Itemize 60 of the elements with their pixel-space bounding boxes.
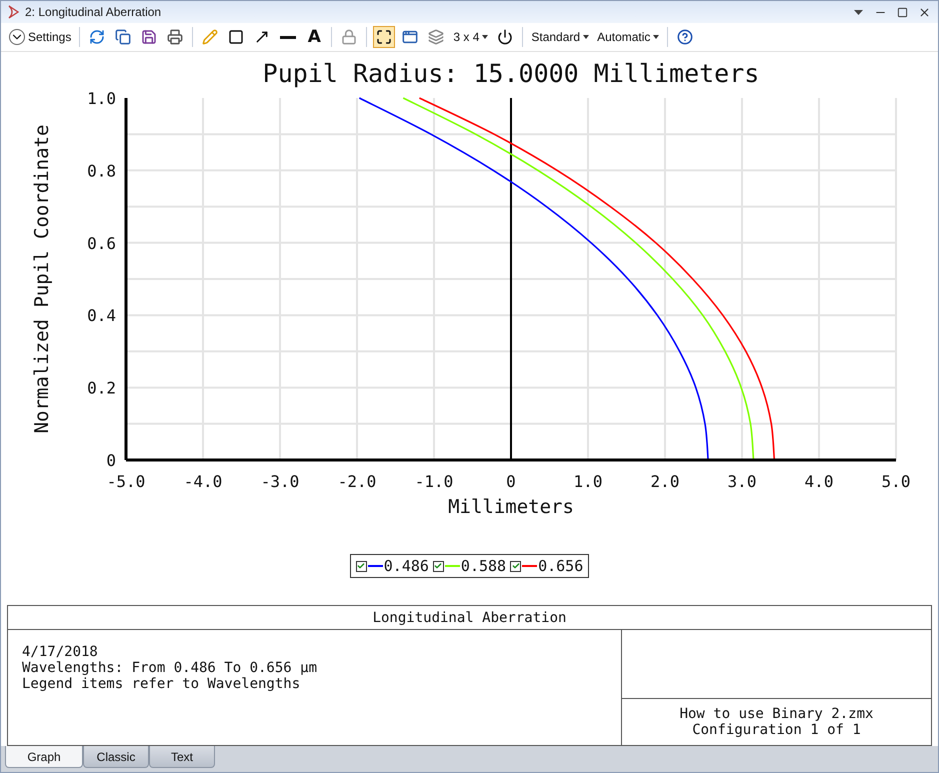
file-info-line: How to use Binary 2.zmx <box>680 706 874 722</box>
fit-button[interactable] <box>373 26 396 48</box>
x-tick-label: 2.0 <box>650 472 680 491</box>
window-title: 2: Longitudinal Aberration <box>25 5 162 19</box>
x-tick-label: 3.0 <box>728 472 756 491</box>
x-axis-label: Millimeters <box>448 496 574 518</box>
info-line: Wavelengths: From 0.486 To 0.656 µm <box>22 660 318 676</box>
tab[interactable]: Classic <box>83 746 149 768</box>
printer-icon <box>167 29 184 45</box>
x-tick-label: 1.0 <box>574 472 602 491</box>
x-tick-label: 0 <box>506 472 516 491</box>
info-line: 4/17/2018 <box>22 644 99 660</box>
chevron-icon <box>9 29 25 45</box>
tab[interactable]: Graph <box>5 746 83 768</box>
dropdown-button[interactable]: Automatic <box>595 26 662 48</box>
y-axis-label: Normalized Pupil Coordinate <box>31 124 53 434</box>
pencil-icon <box>202 29 218 45</box>
app-logo-icon <box>7 5 19 19</box>
tab[interactable]: Text <box>149 746 215 768</box>
settings-button[interactable]: Settings <box>7 26 74 48</box>
y-tick-label: 0.8 <box>87 161 116 180</box>
help-icon <box>677 29 694 45</box>
refresh-icon <box>89 29 106 45</box>
legend-checkbox[interactable] <box>432 560 444 572</box>
y-tick-label: 0.2 <box>87 378 116 398</box>
caret-icon <box>482 35 488 39</box>
x-tick-label: -3.0 <box>260 472 300 491</box>
x-tick-label: -4.0 <box>184 472 222 491</box>
caret-icon <box>583 35 590 39</box>
rectangle-icon <box>228 29 244 45</box>
x-tick-label: 5.0 <box>882 472 910 491</box>
fit-icon <box>376 29 392 45</box>
legend-label: 0.486 <box>384 557 429 575</box>
y-tick-label: 0.6 <box>87 234 116 253</box>
file-info-line: Configuration 1 of 1 <box>692 722 861 738</box>
info-line: Legend items refer to Wavelengths <box>22 676 302 692</box>
arrow-icon <box>254 29 270 45</box>
dropdown-button[interactable]: Standard <box>529 26 592 48</box>
text-tool-button[interactable]: A <box>303 26 326 48</box>
y-tick-label: 0 <box>106 451 116 470</box>
layers-icon <box>428 29 444 45</box>
legend-label: 0.588 <box>460 557 506 575</box>
x-tick-label: -2.0 <box>338 472 376 491</box>
x-tick-label: -1.0 <box>414 472 454 491</box>
x-tick-label: 4.0 <box>804 472 834 491</box>
legend-checkbox[interactable] <box>356 560 367 572</box>
legend-label: 0.656 <box>538 557 584 575</box>
legend-checkbox[interactable] <box>510 560 522 572</box>
chart-title: Pupil Radius: 15.0000 Millimeters <box>262 59 760 88</box>
caret-icon <box>653 35 660 39</box>
y-tick-label: 0.4 <box>87 306 116 326</box>
panel-title: Longitudinal Aberration <box>372 610 566 626</box>
y-tick-label: 1.0 <box>87 89 116 108</box>
lock-icon <box>341 29 358 45</box>
window-icon <box>402 29 418 45</box>
dropdown-button[interactable]: 3 x 4 <box>451 26 490 48</box>
save-icon <box>141 29 158 45</box>
power-icon <box>497 29 514 45</box>
x-tick-label: -5.0 <box>106 472 146 491</box>
copy-icon <box>115 29 132 45</box>
